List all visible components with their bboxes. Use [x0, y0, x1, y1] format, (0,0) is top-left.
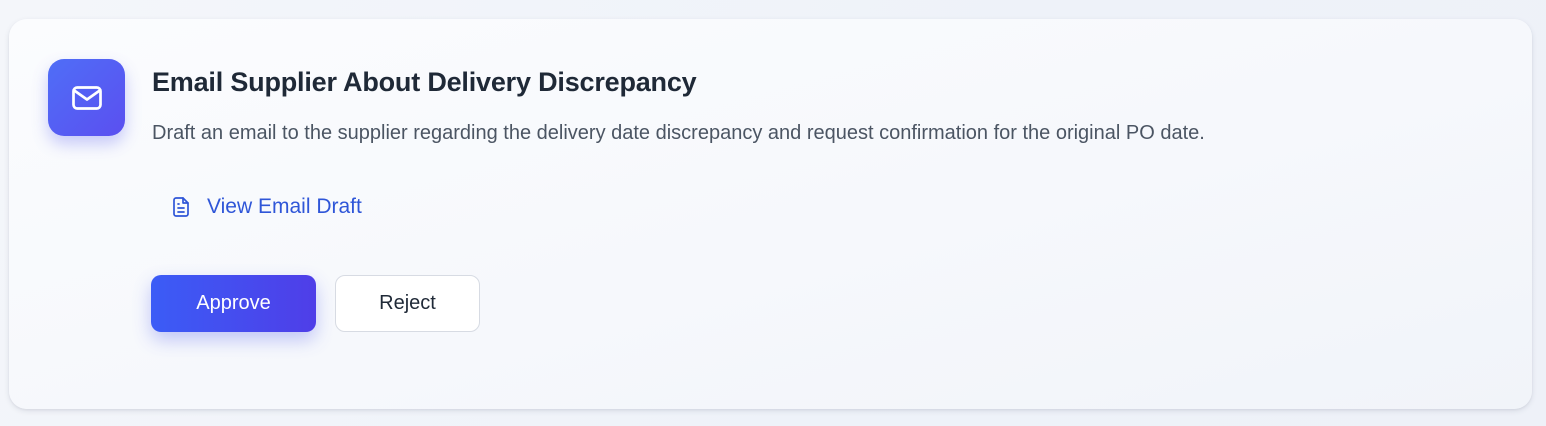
approval-card: Email Supplier About Delivery Discrepanc…	[9, 19, 1532, 409]
card-description: Draft an email to the supplier regarding…	[152, 122, 1205, 144]
approve-button[interactable]: Approve	[151, 275, 316, 332]
reject-button[interactable]: Reject	[335, 275, 480, 332]
mail-icon	[48, 59, 125, 136]
card-title: Email Supplier About Delivery Discrepanc…	[152, 67, 697, 97]
document-icon	[169, 194, 193, 220]
view-email-draft-link[interactable]: View Email Draft	[169, 191, 362, 223]
view-email-draft-label: View Email Draft	[207, 195, 362, 218]
